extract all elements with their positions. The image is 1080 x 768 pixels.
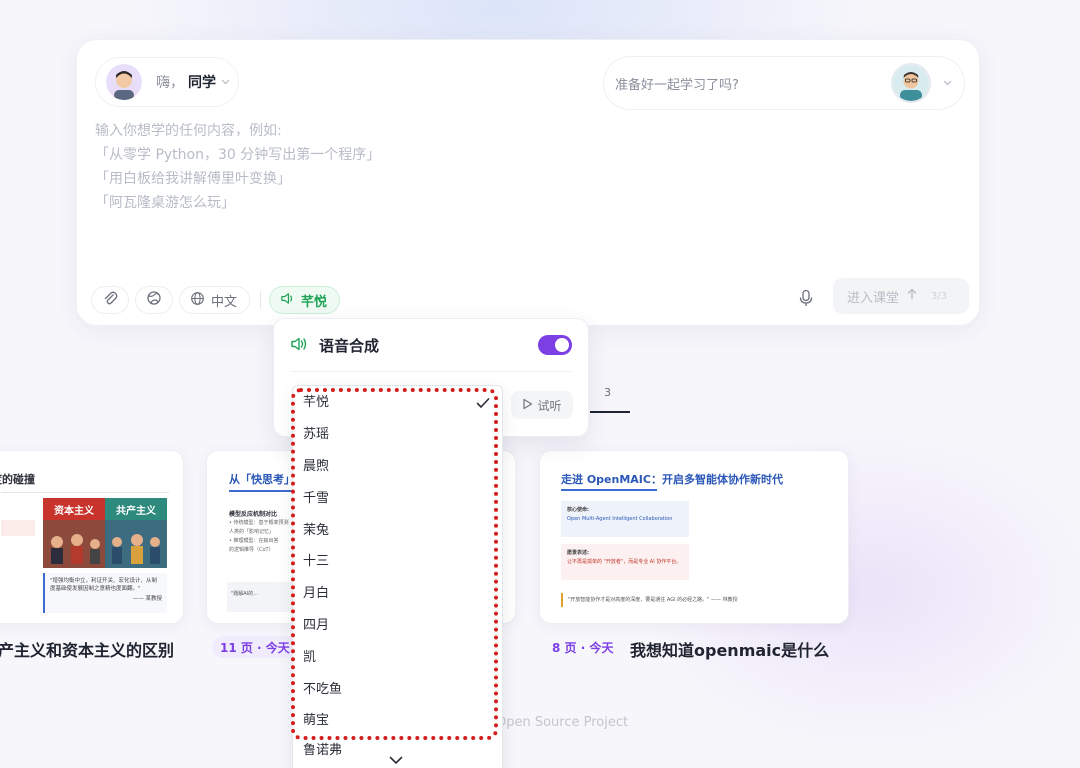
voice-label: 芊悦	[301, 294, 328, 310]
course-card[interactable]: 走进 OpenMAIC：开启多智能体协作新时代 核心使命: Open Multi…	[539, 450, 849, 624]
speaker-icon	[290, 336, 308, 356]
course-name[interactable]: 我想知道openmaic是什么	[630, 637, 829, 661]
voice-panel-title: 语音合成	[319, 337, 380, 355]
check-icon	[476, 394, 490, 413]
preview-voice-button[interactable]: 试听	[511, 391, 573, 419]
language-label: 中文	[211, 294, 238, 310]
user-profile-button[interactable]: 嗨， 同学	[95, 57, 239, 107]
language-button[interactable]: 中文	[179, 286, 251, 314]
slide-illustration	[43, 520, 167, 568]
placeholder-line: 输入你想学的任何内容，例如:	[95, 123, 282, 139]
placeholder-line: 「从零学 Python，30 分钟写出第一个程序」	[95, 147, 381, 163]
chevron-down-icon	[221, 77, 230, 88]
slide-quote: "增强均衡中立，利证开关、宏化设计、从制度基础使发展因制之意精也度面翻。" ——…	[43, 573, 167, 613]
voice-option[interactable]: 晨煦	[303, 457, 329, 477]
user-avatar	[106, 64, 142, 100]
slide-divider	[561, 489, 657, 491]
assistant-avatar	[891, 63, 931, 103]
voice-option[interactable]: 不吃鱼	[303, 680, 342, 700]
enter-classroom-label: 进入课堂	[847, 290, 900, 306]
slide-box-heading: 核心使命:	[567, 507, 589, 513]
voice-option[interactable]: 十三	[303, 552, 329, 572]
voice-option[interactable]: 芊悦	[303, 393, 329, 413]
microphone-icon	[798, 289, 814, 311]
voice-option[interactable]: 月白	[303, 584, 329, 604]
voice-toggle[interactable]	[538, 335, 572, 355]
slide-text: 人类的「影响记忆」	[229, 529, 275, 535]
pagination-page-3[interactable]: 3	[604, 386, 611, 399]
voice-option[interactable]: 鲁诺弗	[303, 741, 342, 761]
prompt-textarea[interactable]: 输入你想学的任何内容，例如: 「从零学 Python，30 分钟写出第一个程序」…	[95, 119, 380, 215]
voice-option[interactable]: 苏瑶	[303, 425, 329, 445]
microphone-button[interactable]	[793, 287, 819, 313]
placeholder-line: 「用白板给我讲解傅里叶变换」	[95, 171, 291, 187]
slide-tag: 资本主义	[43, 498, 105, 520]
preview-voice-label: 试听	[537, 398, 562, 413]
user-greeting: 嗨，	[156, 75, 184, 91]
play-icon	[522, 398, 533, 413]
voice-panel-header: 语音合成	[290, 335, 379, 356]
slide-quote: "题解AI的...	[227, 582, 297, 612]
voice-button[interactable]: 芊悦	[269, 286, 341, 314]
footer-text: Open Source Project	[496, 715, 629, 730]
input-toolbar: 中文 芊悦	[91, 285, 346, 315]
course-meta-badge: 8 页 · 今天	[552, 640, 614, 655]
panel-divider	[290, 371, 572, 372]
slide-divider	[1, 492, 169, 493]
toolbar-divider	[260, 291, 262, 309]
arrow-up-icon	[907, 288, 917, 304]
slide-divider	[229, 490, 299, 492]
voice-option[interactable]: 四月	[303, 616, 329, 636]
slide-text: • 推理模型：在输出答	[229, 538, 279, 544]
usage-count: 3/3	[931, 290, 948, 302]
language-icon	[190, 291, 205, 310]
slide-title: 从「快思考」	[229, 473, 295, 486]
voice-option[interactable]: 千雪	[303, 489, 329, 509]
slide-text: • 传统模型：基于概率预测	[229, 520, 289, 526]
assistant-selector[interactable]: 准备好一起学习了吗?	[603, 56, 965, 110]
slide-quote: "开放智能协作才是对高度的深度，要是通往 AGI 的必经之路。" —— 林教授	[561, 593, 791, 607]
paperclip-icon	[102, 290, 118, 310]
input-card: 嗨， 同学 准备好一起学习了吗? 输入你想学的任何内容，例如: 「从零学 Pyt…	[76, 39, 980, 326]
placeholder-line: 「阿瓦隆桌游怎么玩」	[95, 195, 235, 211]
slide-box: 核心使命: Open Multi-Agent Intelligent Colla…	[561, 501, 689, 537]
globe-icon	[146, 290, 162, 310]
slide-quote-author: —— 某教授	[132, 596, 162, 602]
slide-quote-text: "增强均衡中立，利证开关、宏化设计、从制度基础使发展因制之意精也度面翻。"	[50, 578, 158, 592]
course-card[interactable]: 度的碰撞 资本主义 共产主义 "增强均衡中立，利证开关、宏化设计、从制度基础使发…	[0, 450, 184, 624]
user-name: 同学	[188, 75, 216, 91]
voice-select-list[interactable]: 芊悦 苏瑶 晨煦 千雪 茉兔 十三 月白 四月 凯 不吃鱼 萌宝 鲁诺弗	[292, 385, 503, 768]
slide-subtitle: 模型反应机制对比	[229, 511, 278, 518]
slide-title: 走进 OpenMAIC：开启多智能体协作新时代	[561, 473, 783, 486]
course-name[interactable]: 产主义和资本主义的区别	[0, 637, 174, 661]
slide-title: 度的碰撞	[0, 473, 35, 486]
slide-box-text: Open Multi-Agent Intelligent Collaborati…	[567, 516, 673, 522]
chevron-down-icon	[943, 78, 952, 89]
speaker-icon	[280, 291, 295, 310]
attach-button[interactable]	[91, 286, 129, 314]
course-meta-badge: 11 页 · 今天	[212, 636, 298, 658]
enter-classroom-button[interactable]: 进入课堂 3/3	[833, 278, 969, 314]
slide-tag: 共产主义	[105, 498, 167, 520]
web-search-button[interactable]	[135, 286, 173, 314]
chevron-down-icon[interactable]	[389, 750, 403, 768]
pagination-indicator	[590, 411, 630, 413]
slide-text: 的逻辑推导（CoT）	[229, 547, 274, 553]
voice-option[interactable]: 萌宝	[303, 711, 329, 731]
slide-box-text: 让不再是孤单的 "开放者"，而是专业 AI 协作平台。	[567, 559, 682, 565]
voice-option[interactable]: 茉兔	[303, 521, 329, 541]
voice-option[interactable]: 凯	[303, 648, 316, 668]
slide-box-heading: 愿景表述:	[567, 550, 589, 556]
assistant-prompt: 准备好一起学习了吗?	[615, 77, 739, 93]
slide-box: 愿景表述: 让不再是孤单的 "开放者"，而是专业 AI 协作平台。	[561, 544, 689, 580]
